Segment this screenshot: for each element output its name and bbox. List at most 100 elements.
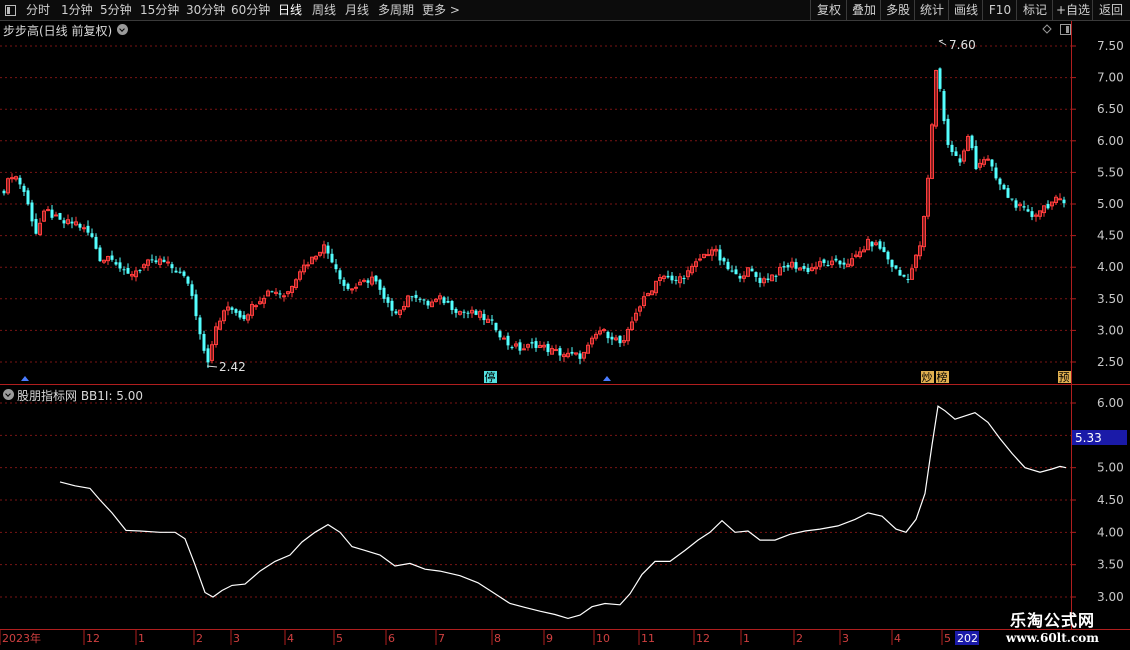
candle-body xyxy=(346,283,350,289)
candle-body xyxy=(178,271,182,273)
candle-body xyxy=(98,247,102,262)
candle-body xyxy=(234,309,238,313)
candle-body xyxy=(998,178,1002,185)
candle-body xyxy=(442,297,446,304)
candle-body xyxy=(26,190,30,205)
candle-body xyxy=(418,298,422,300)
indicator-tick-label: 3.00 xyxy=(1097,590,1124,604)
candle-body xyxy=(450,300,454,310)
candle-body xyxy=(902,274,906,277)
candle-body xyxy=(154,260,158,263)
low-price-label: 2.42 xyxy=(219,360,246,374)
candle-body xyxy=(206,348,210,363)
candle-body xyxy=(390,300,394,311)
candle-body xyxy=(558,348,562,356)
candle-body xyxy=(554,349,558,352)
candle-body xyxy=(326,245,330,254)
indicator-tick-label: 3.50 xyxy=(1097,558,1124,572)
candle-body xyxy=(282,295,286,298)
candle-body xyxy=(362,279,366,282)
candle-body xyxy=(990,159,994,167)
candle-body xyxy=(522,348,526,351)
candle-body xyxy=(822,259,826,263)
candle-body xyxy=(378,279,382,290)
diamond-icon xyxy=(1042,24,1052,34)
candle-body xyxy=(898,270,902,276)
candle-body xyxy=(502,337,506,340)
candle-body xyxy=(602,329,606,332)
candle-body xyxy=(578,353,582,359)
candle-body xyxy=(34,218,38,234)
candle-body xyxy=(306,264,310,267)
candle-body xyxy=(186,276,190,284)
candle-body xyxy=(162,259,166,263)
candle-body xyxy=(90,233,94,237)
date-highlight-label: 202 xyxy=(957,632,978,645)
candle-body xyxy=(338,270,342,280)
candle-body xyxy=(386,297,390,303)
candle-body xyxy=(78,223,82,228)
price-tick-label: 4.50 xyxy=(1097,229,1124,243)
candle-body xyxy=(82,227,86,230)
event-badge-label: 预 xyxy=(1059,371,1070,384)
candle-body xyxy=(394,311,398,314)
candle-body xyxy=(490,319,494,321)
candle-body xyxy=(994,167,998,179)
date-label: 5 xyxy=(944,632,951,645)
price-tick-label: 7.50 xyxy=(1097,39,1124,53)
candle-body xyxy=(606,331,610,339)
candle-body xyxy=(718,249,722,261)
candle-body xyxy=(946,118,950,145)
candle-body xyxy=(1046,203,1050,209)
candle-body xyxy=(750,268,754,272)
candle-body xyxy=(150,259,154,261)
candle-body xyxy=(786,265,790,268)
candle-body xyxy=(1030,211,1034,217)
current-value-label: 5.33 xyxy=(1075,431,1102,445)
date-label: 3 xyxy=(233,632,240,645)
candle-body xyxy=(670,275,674,281)
candle-body xyxy=(342,279,346,286)
candle-body xyxy=(986,158,990,161)
date-label: 4 xyxy=(894,632,901,645)
event-badge-label: 停 xyxy=(485,370,496,384)
candle-body xyxy=(682,278,686,280)
candle-body xyxy=(86,225,90,233)
candle-body xyxy=(114,262,118,265)
indicator-tick-label: 5.00 xyxy=(1097,461,1124,475)
candle-body xyxy=(506,335,510,346)
date-label: 2023年 xyxy=(2,631,41,645)
date-label: 12 xyxy=(86,632,100,645)
candle-body xyxy=(446,301,450,303)
candle-body xyxy=(534,341,538,348)
candle-body xyxy=(738,275,742,279)
candle-body xyxy=(194,294,198,317)
candle-body xyxy=(198,317,202,335)
event-badge-label: 榜 xyxy=(937,370,948,384)
candle-body xyxy=(782,266,786,268)
price-tick-label: 7.00 xyxy=(1097,71,1124,85)
candle-body xyxy=(190,284,194,296)
price-tick-label: 6.50 xyxy=(1097,102,1124,116)
candle-body xyxy=(174,270,178,273)
candle-body xyxy=(1058,198,1062,201)
candle-body xyxy=(842,262,846,265)
candle-body xyxy=(530,342,534,344)
date-label: 1 xyxy=(743,632,750,645)
candle-body xyxy=(462,311,466,313)
candle-body xyxy=(970,135,974,149)
candle-body xyxy=(610,336,614,340)
candle-body xyxy=(414,294,418,298)
candle-body xyxy=(466,312,470,314)
candle-body xyxy=(18,177,22,185)
date-label: 4 xyxy=(287,632,294,645)
candle-body xyxy=(126,267,130,274)
candle-body xyxy=(758,277,762,283)
candle-body xyxy=(1002,184,1006,190)
candle-body xyxy=(110,255,114,260)
candle-body xyxy=(878,241,882,249)
candle-body xyxy=(674,279,678,281)
candle-body xyxy=(94,236,98,249)
date-label: 1 xyxy=(138,632,145,645)
kline-chart[interactable]: 7.50 7.00 6.50 6.00 5.50 5.00 4.50 4.00 3.50 3.00… xyxy=(0,0,1130,650)
